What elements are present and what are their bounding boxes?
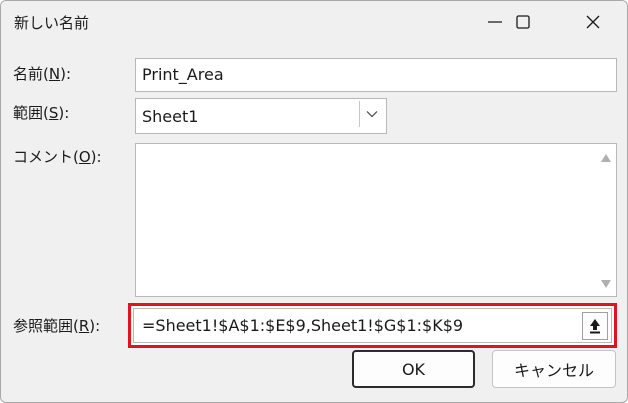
name-field[interactable]: Print_Area [135, 58, 617, 92]
name-label-key: N [48, 65, 61, 83]
name-label-suffix: ): [60, 65, 71, 83]
scope-label: 範囲(S): [13, 102, 69, 123]
close-button[interactable] [565, 1, 621, 43]
refers-to-field[interactable]: =Sheet1!$A$1:$E$9,Sheet1!$G$1:$K$9 [133, 308, 612, 343]
refers-to-label: 参照範囲(R): [13, 315, 100, 336]
refers-to-label-prefix: 参照範囲( [13, 317, 79, 335]
maximize-button[interactable] [495, 1, 551, 43]
new-name-dialog: 新しい名前 名前(N): Print_Area 範囲(S): Sheet1 コメ… [0, 0, 628, 403]
refers-to-label-suffix: ): [89, 317, 101, 335]
scope-label-key: S [48, 104, 59, 122]
refers-to-highlight: =Sheet1!$A$1:$E$9,Sheet1!$G$1:$K$9 [128, 303, 617, 348]
comment-label: コメント(O): [13, 146, 102, 167]
name-label: 名前(N): [13, 63, 71, 84]
scope-dropdown-button[interactable] [359, 101, 384, 127]
name-field-value: Print_Area [142, 65, 224, 84]
maximize-icon [516, 15, 530, 29]
comment-label-key: O [78, 148, 91, 166]
comment-label-suffix: ): [90, 148, 102, 166]
name-label-prefix: 名前( [13, 65, 49, 83]
collapse-dialog-button[interactable] [582, 312, 608, 340]
comment-scrollbar[interactable] [596, 144, 616, 296]
cancel-button[interactable]: キャンセル [492, 350, 616, 388]
scope-select[interactable]: Sheet1 [135, 98, 387, 134]
scope-label-suffix: ): [58, 104, 70, 122]
close-icon [586, 15, 600, 29]
comment-textarea[interactable] [135, 143, 617, 297]
refers-to-value: =Sheet1!$A$1:$E$9,Sheet1!$G$1:$K$9 [142, 316, 464, 335]
collapse-dialog-icon [590, 319, 600, 334]
refers-to-label-key: R [78, 317, 90, 335]
dialog-title: 新しい名前 [14, 14, 90, 32]
scope-select-value: Sheet1 [142, 107, 199, 126]
title-bar[interactable]: 新しい名前 [1, 1, 627, 43]
comment-label-prefix: コメント( [13, 148, 79, 166]
chevron-down-icon [366, 111, 378, 118]
scope-label-prefix: 範囲( [13, 104, 49, 122]
scroll-up-icon[interactable] [601, 154, 611, 162]
ok-button[interactable]: OK [352, 350, 475, 388]
scroll-down-icon[interactable] [601, 280, 611, 288]
